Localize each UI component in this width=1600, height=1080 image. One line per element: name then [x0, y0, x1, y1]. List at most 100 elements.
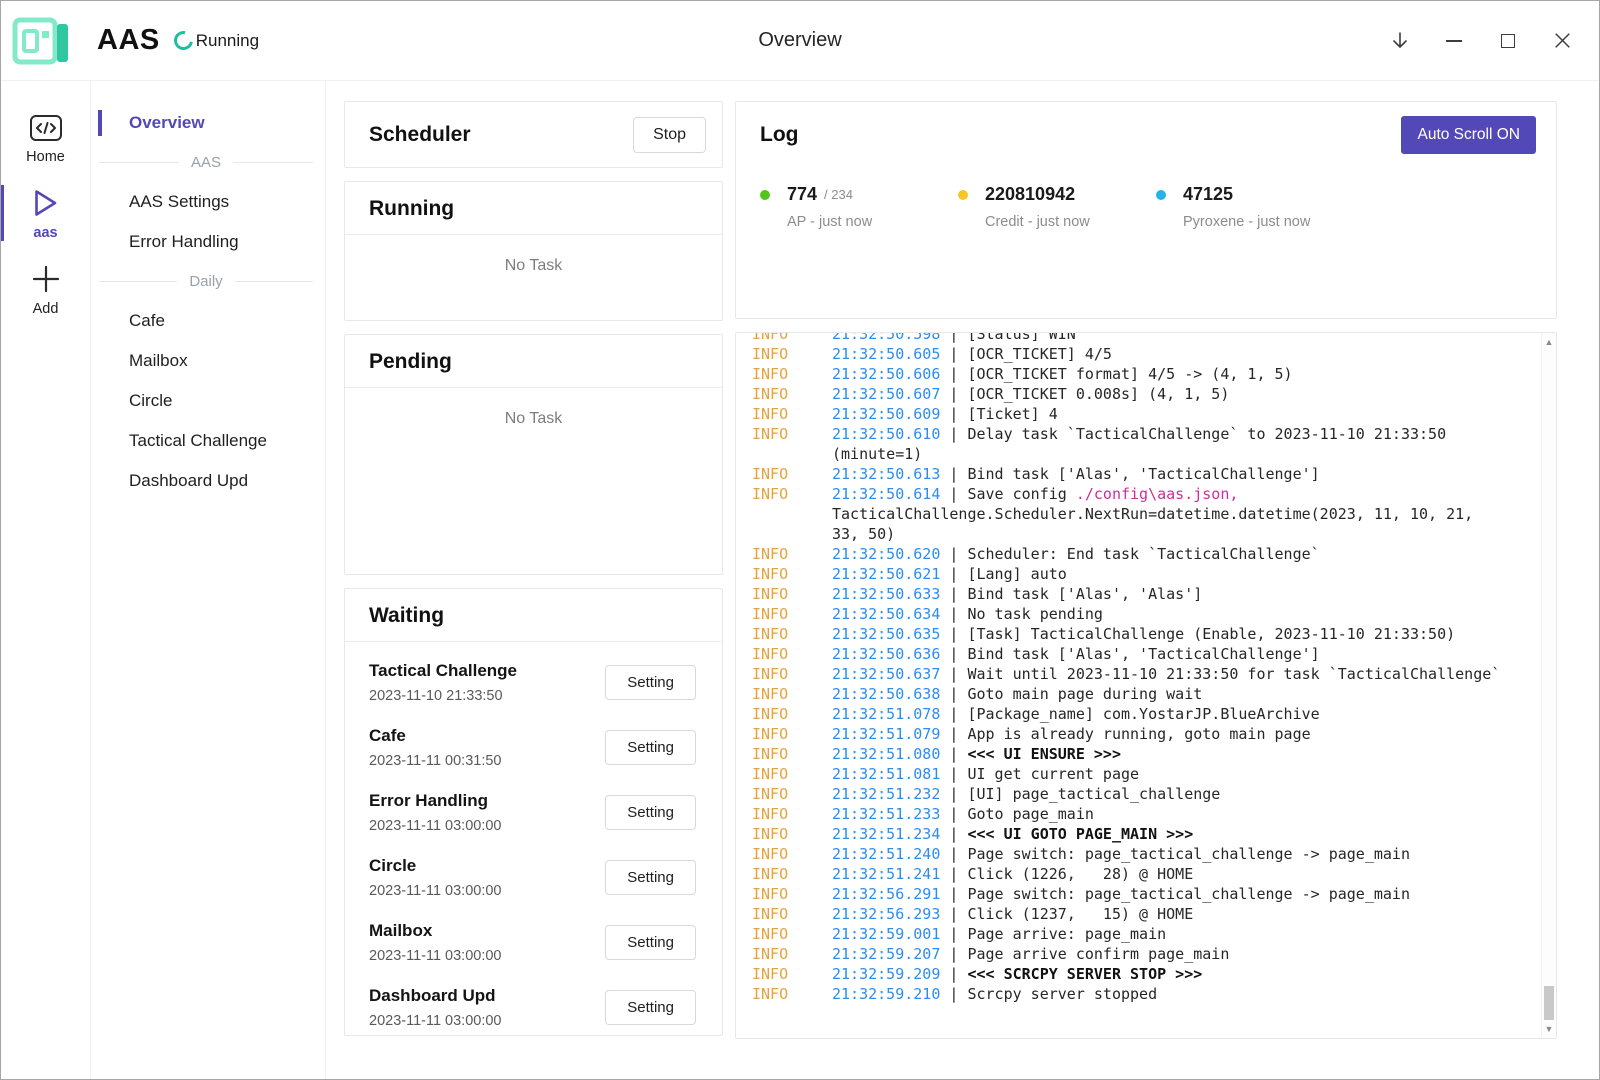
task-setting-button[interactable]: Setting: [605, 795, 696, 830]
stat-value: 47125: [1183, 184, 1233, 205]
log-line: INFO21:32:50.633 | Bind task ['Alas', 'A…: [752, 584, 1556, 604]
sidebar-item-error-handling[interactable]: Error Handling: [91, 222, 325, 262]
log-message: <<< UI ENSURE >>>: [967, 745, 1121, 763]
maximize-button[interactable]: [1481, 1, 1535, 80]
log-scrollbar[interactable]: ▲ ▼: [1541, 333, 1556, 1038]
log-timestamp: 21:32:51.241: [832, 865, 940, 883]
log-line: INFO21:32:51.079 | App is already runnin…: [752, 724, 1556, 744]
scroll-up-icon[interactable]: ▲: [1542, 335, 1556, 349]
log-level: INFO: [752, 364, 832, 384]
log-message: Bind task ['Alas', 'Alas']: [967, 585, 1202, 603]
close-button[interactable]: [1535, 1, 1589, 80]
log-timestamp: 21:32:59.210: [832, 985, 940, 1003]
log-lines: INFO21:32:50.598 | [Status] WININFO21:32…: [736, 332, 1556, 1014]
log-line: INFO21:32:50.635 | [Task] TacticalChalle…: [752, 624, 1556, 644]
log-level: INFO: [752, 944, 832, 964]
log-line: INFO21:32:50.606 | [OCR_TICKET format] 4…: [752, 364, 1556, 384]
task-setting-button[interactable]: Setting: [605, 665, 696, 700]
sidebar-item-aas-settings[interactable]: AAS Settings: [91, 182, 325, 222]
waiting-task-row: Circle2023-11-11 03:00:00Setting: [369, 845, 696, 910]
stat-suffix: / 234: [824, 187, 853, 202]
log-level: INFO: [752, 864, 832, 884]
stat-dot-icon: [1156, 190, 1166, 200]
scheduler-title: Scheduler: [369, 123, 471, 147]
sidebar-menu: OverviewAASAAS SettingsError HandlingDai…: [91, 103, 325, 501]
rail-item-home[interactable]: Home: [1, 101, 90, 175]
log-level: INFO: [752, 604, 832, 624]
waiting-task-info: Dashboard Upd2023-11-11 03:00:00: [369, 986, 502, 1029]
minimize-button[interactable]: [1427, 1, 1481, 80]
log-timestamp: 21:32:56.293: [832, 905, 940, 923]
sidebar-item-mailbox[interactable]: Mailbox: [91, 341, 325, 381]
scroll-thumb[interactable]: [1544, 986, 1554, 1020]
sidebar-item-overview[interactable]: Overview: [91, 103, 325, 143]
dashboard-stat: 220810942Credit - just now: [958, 184, 1156, 230]
log-timestamp: 21:32:51.234: [832, 825, 940, 843]
running-card: Running No Task: [344, 181, 723, 321]
log-message: <<< SCRCPY SERVER STOP >>>: [967, 965, 1202, 983]
task-setting-button[interactable]: Setting: [605, 730, 696, 765]
log-message: Scheduler: End task `TacticalChallenge`: [967, 545, 1319, 563]
waiting-task-row: Mailbox2023-11-11 03:00:00 Setting: [369, 910, 696, 975]
scheduler-stop-button[interactable]: Stop: [633, 117, 706, 153]
waiting-title: Waiting: [369, 604, 444, 627]
log-level: INFO: [752, 704, 832, 724]
play-icon: [32, 188, 59, 218]
log-line: INFO21:32:51.081 | UI get current page: [752, 764, 1556, 784]
log-timestamp: 21:32:50.598: [832, 332, 940, 343]
download-update-button[interactable]: [1373, 1, 1427, 80]
log-message: ./config\aas.json,: [1076, 485, 1239, 503]
log-message: [Task] TacticalChallenge (Enable, 2023-1…: [967, 625, 1455, 643]
waiting-task-row: Cafe2023-11-11 00:31:50Setting: [369, 715, 696, 780]
log-level: INFO: [752, 332, 832, 344]
rail-item-add[interactable]: Add: [1, 251, 90, 327]
task-setting-button[interactable]: Setting: [605, 860, 696, 895]
auto-scroll-button[interactable]: Auto Scroll ON: [1401, 116, 1536, 154]
log-level: INFO: [752, 984, 832, 1004]
pending-title: Pending: [369, 350, 452, 373]
log-timestamp: 21:32:50.605: [832, 345, 940, 363]
log-timestamp: 21:32:51.078: [832, 705, 940, 723]
running-empty-text: No Task: [345, 257, 722, 275]
waiting-task-time: 2023-11-11 00:31:50: [369, 753, 502, 769]
sidebar-item-tactical-challenge[interactable]: Tactical Challenge: [91, 421, 325, 461]
log-level: INFO: [752, 564, 832, 584]
waiting-task-info: Mailbox2023-11-11 03:00:00: [369, 921, 502, 964]
sidebar-item-cafe[interactable]: Cafe: [91, 301, 325, 341]
log-line: INFO21:32:51.241 | Click (1226, 28) @ HO…: [752, 864, 1556, 884]
main-content: Scheduler Stop Running No Task Pending N…: [326, 81, 1599, 1079]
log-message: [UI] page_tactical_challenge: [967, 785, 1220, 803]
waiting-task-row: Error Handling2023-11-11 03:00:00Setting: [369, 780, 696, 845]
sidebar-item-dashboard-upd[interactable]: Dashboard Upd: [91, 461, 325, 501]
log-line: INFO21:32:50.598 | [Status] WIN: [752, 332, 1556, 344]
log-message: Save config: [967, 485, 1075, 503]
sidebar-group-label: Daily: [189, 273, 222, 290]
sidebar-item-circle[interactable]: Circle: [91, 381, 325, 421]
log-level: INFO: [752, 764, 832, 784]
log-message: [OCR_TICKET format] 4/5 -> (4, 1, 5): [967, 365, 1292, 383]
waiting-task-time: 2023-11-11 03:00:00: [369, 948, 502, 964]
log-message: [Ticket] 4: [967, 405, 1057, 423]
log-timestamp: 21:32:59.209: [832, 965, 940, 983]
log-message: [OCR_TICKET] 4/5: [967, 345, 1112, 363]
task-setting-button[interactable]: Setting: [605, 990, 696, 1025]
task-setting-button[interactable]: Setting: [605, 925, 696, 960]
waiting-task-time: 2023-11-11 03:00:00: [369, 1013, 502, 1029]
log-timestamp: 21:32:50.609: [832, 405, 940, 423]
log-header-card: Log Auto Scroll ON 774/ 234AP - just now…: [735, 101, 1557, 319]
window-controls: [1373, 1, 1599, 80]
dashboard-stat: 774/ 234AP - just now: [760, 184, 958, 230]
log-level: INFO: [752, 824, 832, 844]
log-level: INFO: [752, 844, 832, 864]
scroll-down-icon[interactable]: ▼: [1542, 1022, 1556, 1036]
log-line: INFO21:32:50.621 | [Lang] auto: [752, 564, 1556, 584]
log-message: Click (1237, 15) @ HOME: [967, 905, 1193, 923]
scheduler-card: Scheduler Stop: [344, 101, 723, 168]
minimize-icon: [1446, 40, 1462, 42]
log-level: INFO: [752, 624, 832, 644]
log-message: Page arrive: page_main: [967, 925, 1166, 943]
log-timestamp: 21:32:50.614: [832, 485, 940, 503]
maximize-icon: [1501, 34, 1515, 48]
rail-item-aas[interactable]: aas: [1, 175, 90, 251]
log-line: INFO21:32:51.234 | <<< UI GOTO PAGE_MAIN…: [752, 824, 1556, 844]
